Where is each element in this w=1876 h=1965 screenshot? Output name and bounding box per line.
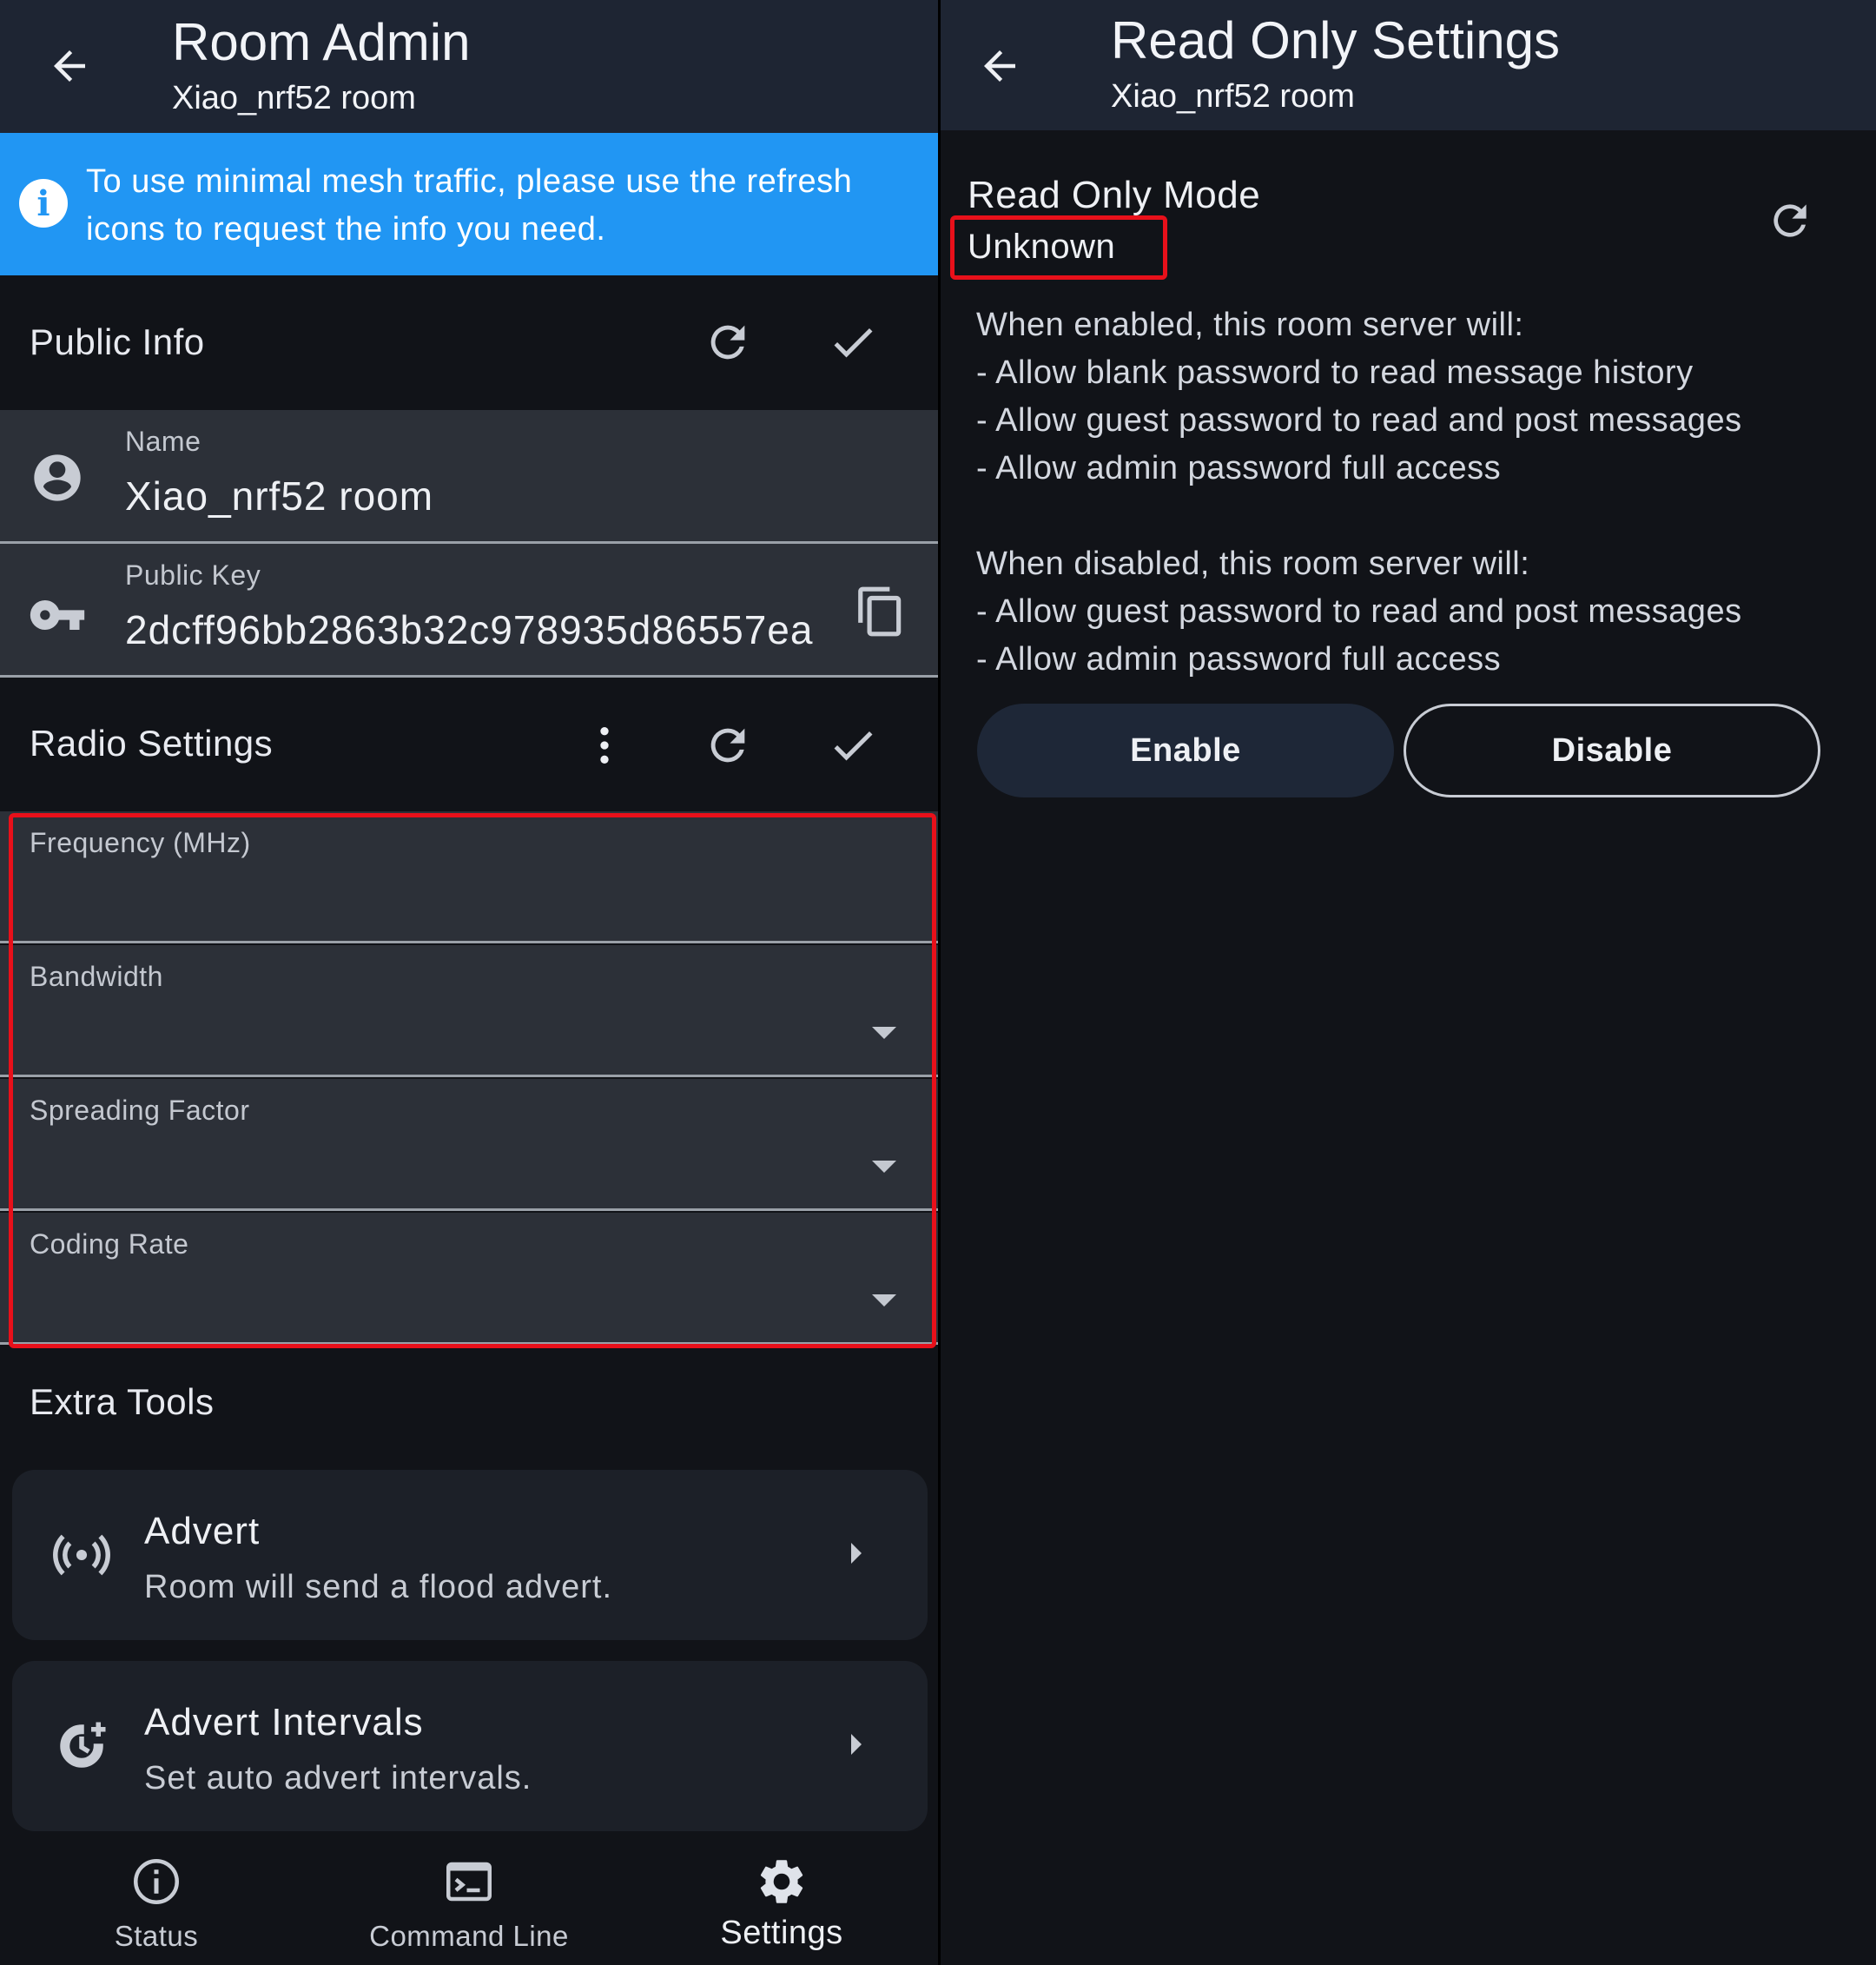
copy-icon	[858, 586, 902, 637]
public-key-label: Public Key	[125, 559, 261, 591]
info-outline-icon	[129, 1854, 184, 1909]
check-icon	[834, 328, 873, 358]
page-title: Room Admin	[172, 13, 471, 71]
public-info-refresh-button[interactable]	[693, 308, 763, 377]
spreading-factor-select[interactable]: Spreading Factor	[0, 1079, 938, 1211]
nav-status-label: Status	[114, 1920, 199, 1952]
radio-refresh-button[interactable]	[693, 711, 763, 780]
frequency-field[interactable]: Frequency (MHz)	[0, 811, 938, 943]
page-subtitle: Xiao_nrf52 room	[1111, 78, 1355, 115]
enabled-description-line: - Allow guest password to read and post …	[976, 402, 1742, 439]
account-circle-icon	[30, 450, 85, 506]
broadcast-icon	[47, 1520, 116, 1590]
arrow-left-icon	[54, 50, 85, 82]
name-field[interactable]: Name Xiao_nrf52 room	[0, 410, 938, 544]
disabled-description-line: - Allow admin password full access	[976, 641, 1502, 678]
read-only-refresh-button[interactable]	[1755, 186, 1825, 255]
advert-title: Advert	[144, 1510, 261, 1552]
disable-button[interactable]: Disable	[1404, 704, 1820, 797]
info-banner-text: To use minimal mesh traffic, please use …	[86, 163, 853, 248]
public-key-value: 2dcff96bb2863b32c978935d86557ea9	[125, 607, 815, 652]
chevron-down-icon	[872, 1161, 896, 1173]
public-key-field[interactable]: Public Key 2dcff96bb2863b32c978935d86557…	[0, 544, 938, 678]
terminal-icon	[441, 1854, 497, 1909]
advert-description: Room will send a flood advert.	[144, 1569, 613, 1605]
coding-rate-label: Coding Rate	[30, 1228, 189, 1260]
advert-intervals-item[interactable]: Advert Intervals Set auto advert interva…	[12, 1661, 928, 1831]
radio-save-button[interactable]	[818, 711, 888, 780]
chevron-down-icon	[872, 1027, 896, 1039]
check-icon	[834, 731, 873, 761]
chevron-right-icon	[851, 1543, 862, 1564]
read-only-mode-title: Read Only Mode	[968, 174, 1261, 216]
key-icon	[28, 586, 87, 645]
disabled-description-line: - Allow guest password to read and post …	[976, 593, 1742, 630]
arrow-left-icon	[984, 50, 1015, 82]
spreading-factor-label: Spreading Factor	[30, 1095, 250, 1126]
name-value: Xiao_nrf52 room	[125, 473, 434, 519]
timer-plus-icon	[47, 1711, 116, 1781]
public-info-save-button[interactable]	[818, 308, 888, 377]
coding-rate-select[interactable]: Coding Rate	[0, 1213, 938, 1345]
refresh-icon	[1774, 204, 1807, 237]
chevron-right-icon	[851, 1734, 862, 1755]
app-bar: Read Only Settings Xiao_nrf52 room	[941, 0, 1876, 130]
enable-button[interactable]: Enable	[977, 704, 1394, 797]
app-bar: Room Admin Xiao_nrf52 room	[0, 0, 938, 133]
advert-intervals-description: Set auto advert intervals.	[144, 1760, 532, 1796]
info-icon: i	[19, 179, 68, 228]
nav-settings-label: Settings	[720, 1915, 843, 1951]
enabled-description-line: - Allow blank password to read message h…	[976, 354, 1694, 391]
radio-more-button[interactable]	[570, 711, 639, 780]
more-vert-icon	[600, 727, 609, 764]
refresh-icon	[710, 728, 745, 763]
nav-command-line-label: Command Line	[369, 1920, 569, 1952]
name-label: Name	[125, 426, 201, 457]
page-title: Read Only Settings	[1111, 11, 1560, 69]
read-only-mode-value: Unknown	[968, 228, 1116, 266]
refresh-icon	[710, 325, 745, 360]
frequency-label: Frequency (MHz)	[30, 827, 251, 858]
page-subtitle: Xiao_nrf52 room	[172, 80, 416, 116]
gear-icon	[754, 1854, 809, 1909]
copy-key-button[interactable]	[846, 577, 915, 646]
enabled-description-line: When enabled, this room server will:	[976, 307, 1524, 343]
extra-tools-heading: Extra Tools	[30, 1381, 215, 1422]
nav-status[interactable]: Status	[0, 1831, 313, 1965]
screenshot-root: Room Admin Xiao_nrf52 room i To use mini…	[0, 0, 1876, 1965]
disabled-description-line: When disabled, this room server will:	[976, 546, 1530, 582]
public-info-heading: Public Info	[30, 321, 205, 362]
advert-item[interactable]: Advert Room will send a flood advert.	[12, 1470, 928, 1640]
chevron-down-icon	[872, 1294, 896, 1307]
nav-command-line[interactable]: Command Line	[313, 1831, 625, 1965]
bandwidth-label: Bandwidth	[30, 961, 163, 992]
bandwidth-select[interactable]: Bandwidth	[0, 945, 938, 1077]
advert-intervals-title: Advert Intervals	[144, 1701, 424, 1743]
bottom-nav: Status Command Line Settings	[0, 1831, 938, 1965]
back-button[interactable]	[965, 31, 1034, 101]
nav-settings[interactable]: Settings	[625, 1831, 938, 1965]
radio-settings-heading: Radio Settings	[30, 723, 274, 764]
back-button[interactable]	[35, 31, 104, 101]
enabled-description-line: - Allow admin password full access	[976, 450, 1502, 486]
read-only-settings-screen: Read Only Settings Xiao_nrf52 room Read …	[941, 0, 1876, 1965]
room-admin-screen: Room Admin Xiao_nrf52 room i To use mini…	[0, 0, 938, 1965]
